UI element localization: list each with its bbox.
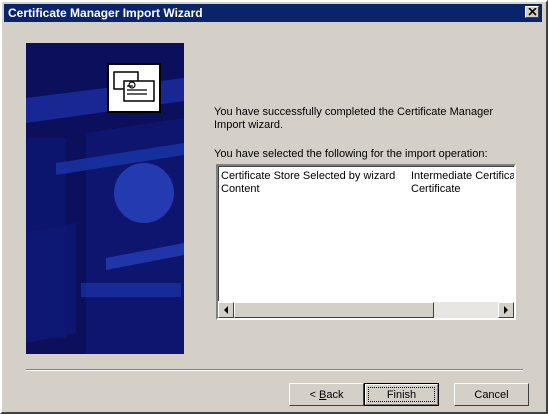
selection-label: You have selected the following for the … bbox=[214, 148, 488, 160]
scroll-right-button[interactable] bbox=[498, 302, 514, 318]
setting-value: Intermediate Certifica bbox=[411, 170, 514, 182]
cancel-button-label: Cancel bbox=[474, 388, 509, 401]
scroll-left-button[interactable] bbox=[218, 302, 234, 318]
button-divider bbox=[26, 369, 523, 371]
setting-name: Content bbox=[221, 183, 260, 195]
back-button-label: < Back bbox=[309, 388, 344, 401]
wizard-banner bbox=[26, 43, 184, 354]
close-button[interactable] bbox=[525, 6, 539, 18]
finish-button-label: Finish bbox=[386, 388, 417, 401]
finish-button[interactable]: Finish bbox=[364, 383, 439, 406]
scrollbar-thumb[interactable] bbox=[234, 302, 434, 318]
window-title: Certificate Manager Import Wizard bbox=[8, 6, 203, 20]
summary-listbox[interactable]: Certificate Store Selected by wizard Int… bbox=[216, 164, 516, 320]
cancel-button[interactable]: Cancel bbox=[454, 383, 529, 406]
certificate-icon bbox=[107, 63, 161, 113]
wizard-window: Certificate Manager Import Wizard You ha… bbox=[0, 0, 548, 414]
completion-message: You have successfully completed the Cert… bbox=[214, 106, 494, 131]
back-button[interactable]: < Back bbox=[289, 383, 364, 406]
horizontal-scrollbar[interactable] bbox=[218, 302, 514, 318]
close-icon bbox=[528, 8, 537, 16]
summary-list: Certificate Store Selected by wizard Int… bbox=[218, 166, 514, 301]
scroll-right-arrow-icon bbox=[504, 306, 508, 314]
setting-name: Certificate Store Selected by wizard bbox=[221, 170, 396, 182]
setting-value: Certificate bbox=[411, 183, 461, 195]
title-bar[interactable]: Certificate Manager Import Wizard bbox=[4, 4, 542, 22]
scroll-left-arrow-icon bbox=[224, 306, 228, 314]
